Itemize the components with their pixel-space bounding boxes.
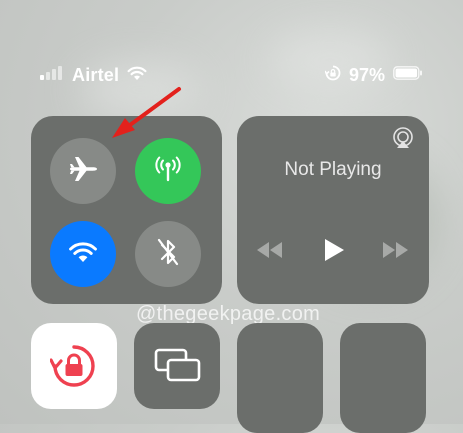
wifi-icon (66, 237, 100, 272)
now-playing-title: Not Playing (284, 159, 382, 180)
bluetooth-button[interactable] (135, 221, 201, 287)
bluetooth-icon (153, 235, 183, 274)
airplay-icon[interactable] (391, 126, 415, 155)
signal-icon (40, 66, 64, 85)
volume-slider[interactable] (340, 323, 426, 433)
battery-fill (395, 68, 418, 78)
status-right: 97% (324, 65, 423, 86)
annotation-arrow (112, 87, 181, 138)
antenna-icon (151, 152, 185, 191)
airplane-icon (66, 152, 100, 191)
wifi-button[interactable] (50, 221, 116, 287)
orientation-lock-icon (324, 65, 341, 86)
brightness-slider[interactable] (237, 323, 323, 433)
fast-forward-icon[interactable] (380, 240, 410, 265)
play-icon[interactable] (322, 237, 346, 268)
status-bar: Airtel 97% (0, 62, 463, 92)
screen-mirroring-button[interactable] (134, 323, 220, 409)
screen-mirroring-icon (154, 348, 202, 389)
now-playing-panel: Not Playing (237, 116, 429, 304)
battery-icon (393, 66, 423, 85)
orientation-lock-button[interactable] (31, 323, 117, 409)
battery-percent: 97% (348, 65, 385, 85)
rewind-icon[interactable] (255, 240, 285, 265)
rotation-lock-icon (49, 342, 98, 395)
